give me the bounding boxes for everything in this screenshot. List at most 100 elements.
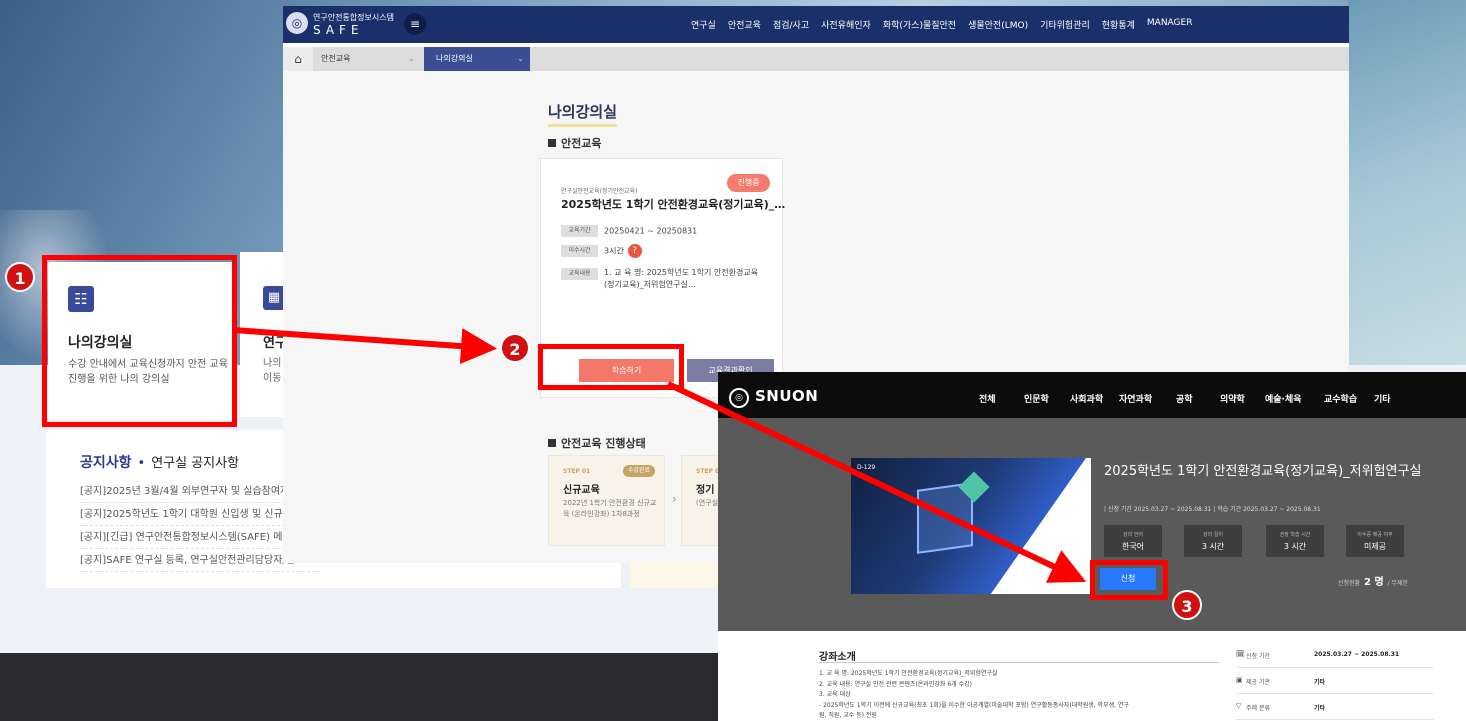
step-number: STEP 01 [563, 468, 591, 475]
content-value: 1. 교 육 명: 2025학년도 1학기 안전환경교육(정기교육)_저위험연구… [604, 268, 759, 289]
step-badge: 수강완료 [623, 465, 655, 477]
content-label: 교육내용 [561, 268, 598, 280]
breadcrumb: ⌂ 안전교육 ⌄ 나의강의실 ⌄ [283, 47, 1349, 71]
nav-item-manager[interactable]: MANAGER [1147, 18, 1193, 31]
nav-item-engineering[interactable]: 공학 [1176, 392, 1193, 405]
course-info-table: 🗓 신청 기간 2025.03.27 ~ 2025.08.31 ▣ 제공 기관 기타 ▽… [1236, 642, 1434, 720]
help-icon[interactable]: ? [627, 244, 642, 258]
count-value: 2 명 [1364, 577, 1384, 588]
step-title: 신규교육 [563, 485, 600, 496]
bullet-icon: • [137, 456, 146, 471]
institution-icon: ▣ [1236, 676, 1243, 684]
course-period-row: 교육기간 20250421 ~ 20250831 [561, 225, 697, 237]
breadcrumb-level1-label: 안전교육 [321, 54, 351, 63]
hero-right-image [1348, 0, 1466, 365]
nav-item-chemical-safety[interactable]: 화학(가스)물질안전 [883, 18, 956, 31]
nav-item-bio-safety[interactable]: 생물안전(LMO) [968, 18, 1028, 31]
university-seal-icon: ◎ [286, 12, 308, 34]
nav-item-statistics[interactable]: 현황통계 [1102, 18, 1135, 31]
hours-value: 3시간 [604, 246, 624, 256]
nav-item-etc[interactable]: 기타 [1374, 392, 1391, 405]
course-intro-title: 강좌소개 [819, 652, 856, 663]
period-value: 20250421 ~ 20250831 [604, 226, 698, 236]
count-limit: / 무제한 [1387, 580, 1409, 587]
step-title: 정기 [696, 485, 715, 496]
stat-value: 3 시간 [1201, 542, 1225, 551]
stat-label: 강의 길이 [1203, 532, 1223, 538]
stat-box: 강의 길이 3 시간 [1184, 525, 1242, 557]
square-bullet-icon [548, 439, 556, 447]
notice-subtitle: 연구실 공지사항 [151, 456, 240, 471]
intro-line: - 2025학년도 1학기 이전에 신규교육(최초 1회)을 이수한 이공계열(… [819, 701, 1129, 709]
course-intro-list: 1. 교 육 명: 2025학년도 1학기 안전환경교육(정기교육)_저위험연구… [819, 669, 1219, 721]
highlight-box-my-classroom [42, 255, 237, 427]
intro-line: 원, 직원, 교수 등) 전원 [819, 712, 877, 719]
course-category: 연구실안전교육(정기안전교육) [561, 188, 638, 195]
nav-item-lab[interactable]: 연구실 [691, 18, 716, 31]
stat-box: 권장 학습 시간 3 시간 [1266, 525, 1324, 557]
page-title: 나의강의실 [548, 101, 618, 127]
count-label: 신청현황 [1338, 580, 1361, 587]
nav-item-social-science[interactable]: 사회과학 [1070, 392, 1103, 405]
step-marker-1: 1 [5, 262, 35, 292]
info-value: 기타 [1314, 705, 1326, 712]
stat-value: 한국어 [1121, 542, 1145, 551]
divider [819, 662, 1219, 663]
course-hours-row: 이수시간 3시간? [561, 244, 642, 258]
info-value: 기타 [1314, 679, 1326, 686]
safe-main-nav: 연구실 안전교육 점검/사고 사전유해인자 화학(가스)물질안전 생물안전(LM… [691, 18, 1192, 31]
info-row: 🗓 신청 기간 2025.03.27 ~ 2025.08.31 [1236, 642, 1434, 668]
info-row: ▣ 제공 기관 기타 [1236, 668, 1434, 694]
step-number: STEP 0 [696, 468, 720, 475]
period-label: 교육기간 [561, 225, 598, 237]
safe-logo-english: SAFE [313, 23, 364, 37]
section-title-safety-education: 안전교육 [548, 135, 601, 151]
nav-item-safety-education[interactable]: 안전교육 [728, 18, 761, 31]
stat-label: 권장 학습 시간 [1279, 532, 1311, 538]
nav-item-inspection[interactable]: 점검/사고 [773, 18, 809, 31]
course-thumbnail: D-129 [851, 458, 1091, 594]
breadcrumb-level2-label: 나의강의실 [436, 54, 473, 63]
info-label: 신청 기간 [1246, 653, 1270, 660]
breadcrumb-level1[interactable]: 안전교육 ⌄ [321, 47, 421, 71]
notice-title: 공지사항 [80, 455, 132, 471]
nav-item-other-risk[interactable]: 기타위험관리 [1040, 18, 1090, 31]
section-title-text: 안전교육 [561, 137, 602, 150]
step-marker-2: 2 [500, 333, 530, 363]
nav-item-all[interactable]: 전체 [979, 392, 996, 405]
snuon-logo[interactable]: SNUON [755, 387, 818, 405]
course-content-row: 교육내용 1. 교 육 명: 2025학년도 1학기 안전환경교육(정기교육)_… [561, 267, 761, 291]
highlight-box-study-button [538, 344, 684, 390]
stat-box: 이수증 제공 여부 미제공 [1346, 525, 1404, 557]
intro-line: 1. 교 육 명: 2025학년도 1학기 안전환경교육(정기교육)_저위험연구… [819, 670, 998, 677]
nav-item-teaching[interactable]: 교수학습 [1324, 392, 1357, 405]
home-icon[interactable]: ⌂ [283, 47, 313, 71]
enrollment-count: 신청현황 2 명 / 무제한 [1338, 573, 1408, 588]
course-dates: | 신청 기간 2025.03.27 ~ 2025.08.31 | 학습 기간 … [1104, 506, 1321, 513]
square-bullet-icon [548, 139, 556, 147]
highlight-box-apply-button [1090, 560, 1168, 600]
nav-item-hazard-factors[interactable]: 사전유해인자 [821, 18, 871, 31]
nav-item-medicine[interactable]: 의약학 [1220, 392, 1245, 405]
info-row: ▽ 주제 분류 기타 [1236, 694, 1434, 720]
nav-item-humanities[interactable]: 인문학 [1024, 392, 1049, 405]
step-marker-3: 3 [1172, 590, 1202, 620]
calendar-icon: 🗓 [1236, 650, 1245, 658]
stat-value: 3 시간 [1283, 542, 1307, 551]
status-badge: 진행중 [727, 174, 770, 192]
stat-label: 강의 언어 [1123, 532, 1143, 538]
safe-logo-korean: 연구안전통합정보시스템 [313, 13, 394, 22]
stat-value: 미제공 [1363, 542, 1387, 551]
hours-label: 이수시간 [561, 245, 598, 257]
safe-header: ◎ 연구안전통합정보시스템 SAFE ≡ 연구실 안전교육 점검/사고 사전유해… [283, 6, 1349, 43]
nav-item-arts-sports[interactable]: 예술·체육 [1265, 392, 1302, 405]
chevron-down-icon: ⌄ [408, 54, 415, 63]
course-title[interactable]: 2025학년도 1학기 안전환경교육(정기교육)_… [561, 196, 785, 212]
hamburger-menu-icon[interactable]: ≡ [404, 13, 426, 35]
chevron-down-icon: ⌄ [517, 54, 524, 63]
snuon-header: ◎ SNUON 전체 인문학 사회과학 자연과학 공학 의약학 예술·체육 교수… [718, 372, 1466, 418]
breadcrumb-level2[interactable]: 나의강의실 ⌄ [424, 47, 530, 71]
intro-line: 2. 교육 내용: 연구실 안전 관련 콘텐츠(온라인강좌 6개 수강) [819, 680, 972, 688]
nav-item-natural-science[interactable]: 자연과학 [1119, 392, 1152, 405]
intro-line: 3. 교육 대상 [819, 691, 851, 698]
